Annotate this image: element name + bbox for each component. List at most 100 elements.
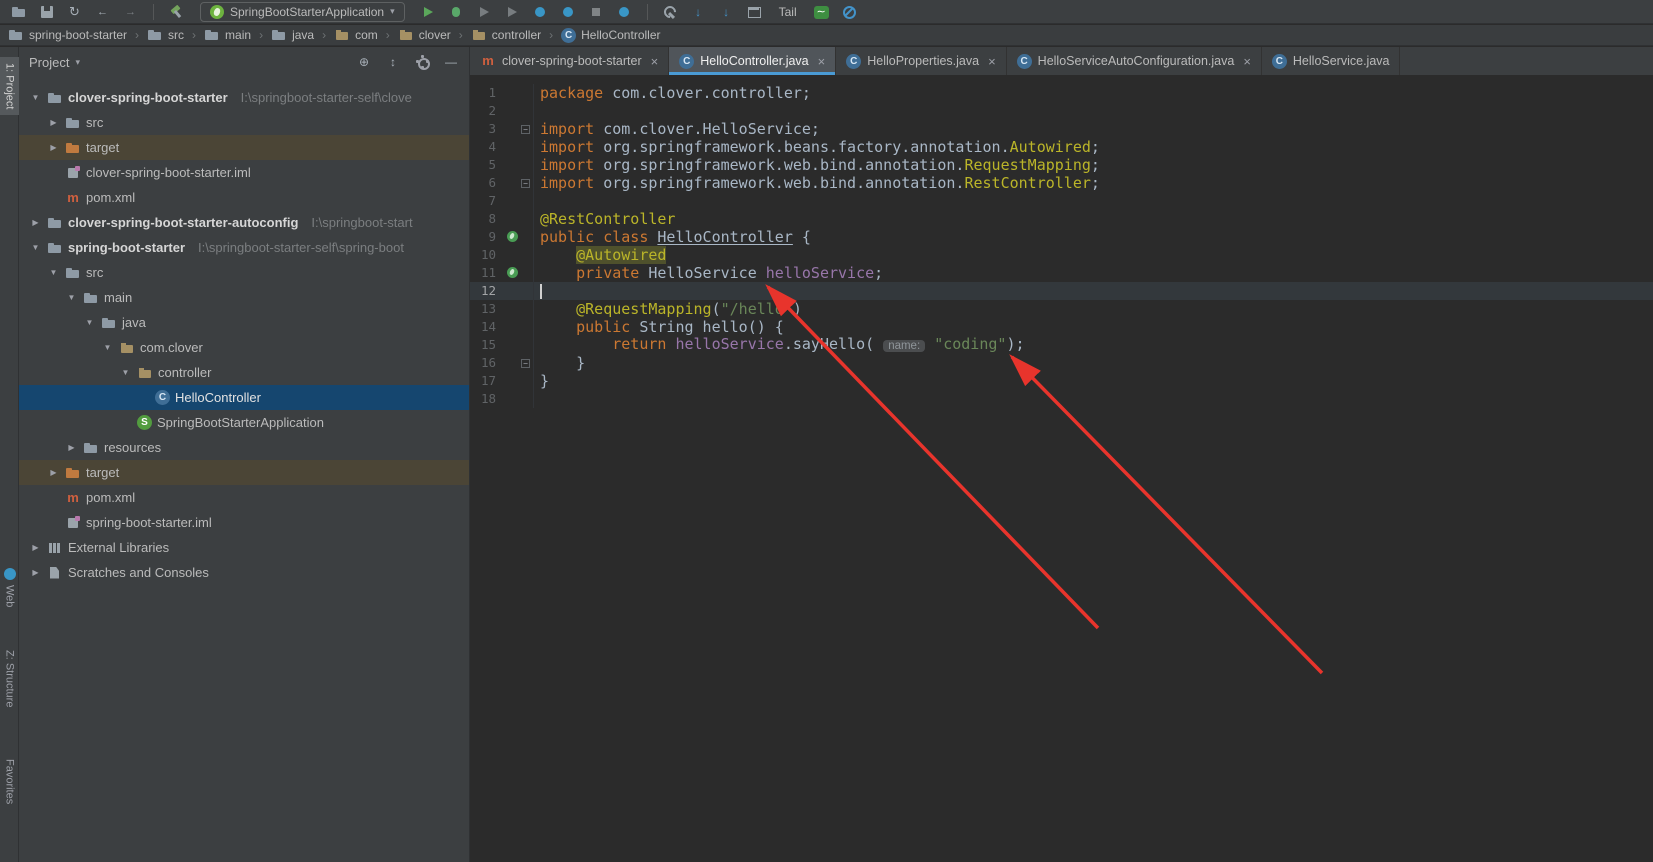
tree-item[interactable]: CHelloController: [19, 385, 469, 410]
code-line[interactable]: 2: [470, 102, 1653, 120]
tree-item[interactable]: ▶Scratches and Consoles: [19, 560, 469, 585]
run-profiler-button[interactable]: [528, 1, 553, 22]
code-area[interactable]: 1package com.clover.controller;23−import…: [470, 75, 1653, 862]
code-line[interactable]: 6−import org.springframework.web.bind.an…: [470, 174, 1653, 192]
code-line[interactable]: 12: [470, 282, 1653, 300]
code-line[interactable]: 7: [470, 192, 1653, 210]
tree-item[interactable]: ▼spring-boot-starterI:\springboot-starte…: [19, 235, 469, 260]
tree-expand-arrow-icon[interactable]: ▶: [29, 568, 42, 577]
breadcrumb-item[interactable]: clover: [398, 27, 451, 43]
synchronize-button[interactable]: ↻: [62, 1, 87, 22]
code-line[interactable]: 1package com.clover.controller;: [470, 84, 1653, 102]
build-project-button[interactable]: [164, 1, 189, 22]
tree-expand-arrow-icon[interactable]: ▶: [29, 218, 42, 227]
editor-tab[interactable]: mclover-spring-boot-starter×: [470, 47, 669, 75]
close-tab-icon[interactable]: ×: [818, 54, 826, 69]
breadcrumb-item[interactable]: CHelloController: [561, 28, 660, 43]
tree-item[interactable]: ▶clover-spring-boot-starter-autoconfigI:…: [19, 210, 469, 235]
project-view-selector[interactable]: Project ▾: [29, 55, 80, 70]
run-button[interactable]: [416, 1, 441, 22]
tree-collapse-arrow-icon[interactable]: ▼: [83, 318, 96, 327]
tool-stripe-z-structure[interactable]: Z: Structure: [0, 644, 19, 713]
breadcrumb-item[interactable]: java: [271, 27, 314, 43]
tool-stripe-web[interactable]: Web: [0, 562, 19, 613]
tree-item[interactable]: ▼clover-spring-boot-starterI:\springboot…: [19, 85, 469, 110]
profiler-options-button[interactable]: [612, 1, 637, 22]
tree-item[interactable]: SSpringBootStarterApplication: [19, 410, 469, 435]
breadcrumb-item[interactable]: controller: [471, 27, 541, 43]
code-line[interactable]: 15 return helloService.sayHello( name: "…: [470, 336, 1653, 354]
code-line[interactable]: 3−import com.clover.HelloService;: [470, 120, 1653, 138]
tree-expand-arrow-icon[interactable]: ▶: [47, 468, 60, 477]
code-line[interactable]: 9public class HelloController {: [470, 228, 1653, 246]
tree-collapse-arrow-icon[interactable]: ▼: [65, 293, 78, 302]
tree-item[interactable]: ▼com.clover: [19, 335, 469, 360]
open-project-button[interactable]: [6, 1, 31, 22]
tree-item[interactable]: mpom.xml: [19, 485, 469, 510]
power-save-mode-button[interactable]: [837, 1, 862, 22]
tree-item[interactable]: ▶src: [19, 110, 469, 135]
code-line[interactable]: 11 private HelloService helloService;: [470, 264, 1653, 282]
tree-item[interactable]: ▶resources: [19, 435, 469, 460]
run-with-coverage-button[interactable]: [472, 1, 497, 22]
code-line[interactable]: 10 @Autowired: [470, 246, 1653, 264]
tree-expand-arrow-icon[interactable]: ▶: [65, 443, 78, 452]
commit-changes-button[interactable]: ↓: [714, 1, 739, 22]
tree-item[interactable]: mpom.xml: [19, 185, 469, 210]
fold-marker-icon[interactable]: −: [504, 354, 534, 372]
tree-item[interactable]: ▶target: [19, 460, 469, 485]
tree-item[interactable]: ▶External Libraries: [19, 535, 469, 560]
tree-item[interactable]: spring-boot-starter.iml: [19, 510, 469, 535]
breadcrumb-item[interactable]: main: [204, 27, 251, 43]
save-all-button[interactable]: [34, 1, 59, 22]
minus-button[interactable]: —: [443, 54, 459, 70]
code-line[interactable]: 5import org.springframework.web.bind.ann…: [470, 156, 1653, 174]
code-line[interactable]: 8@RestController: [470, 210, 1653, 228]
tree-item[interactable]: ▼src: [19, 260, 469, 285]
tree-collapse-arrow-icon[interactable]: ▼: [29, 243, 42, 252]
navigate-forward-button[interactable]: →: [118, 1, 143, 22]
fold-marker-icon[interactable]: −: [504, 174, 534, 192]
tree-collapse-arrow-icon[interactable]: ▼: [47, 268, 60, 277]
profile-run-button[interactable]: [500, 1, 525, 22]
code-line[interactable]: 13 @RequestMapping("/hello"): [470, 300, 1653, 318]
breadcrumb-item[interactable]: src: [147, 27, 184, 43]
tool-stripe-project[interactable]: 1: Project: [0, 57, 19, 115]
close-tab-icon[interactable]: ×: [651, 54, 659, 69]
collapse-button[interactable]: ↕: [385, 54, 401, 70]
run-configuration-select[interactable]: SpringBootStarterApplication▾: [200, 2, 405, 22]
activity-monitor-button[interactable]: [809, 1, 834, 22]
navigate-back-button[interactable]: ←: [90, 1, 115, 22]
fold-marker-icon[interactable]: −: [504, 120, 534, 138]
close-tab-icon[interactable]: ×: [988, 54, 996, 69]
stop-button[interactable]: [584, 1, 609, 22]
code-line[interactable]: 18: [470, 390, 1653, 408]
tree-collapse-arrow-icon[interactable]: ▼: [101, 343, 114, 352]
spring-bean-icon[interactable]: [504, 228, 534, 246]
tool-stripe-favorites[interactable]: Favorites: [0, 753, 19, 810]
restore-layout-button[interactable]: [742, 1, 767, 22]
tree-item[interactable]: ▼java: [19, 310, 469, 335]
tree-expand-arrow-icon[interactable]: ▶: [47, 143, 60, 152]
tree-item[interactable]: clover-spring-boot-starter.iml: [19, 160, 469, 185]
editor-tab[interactable]: CHelloService.java: [1262, 47, 1401, 75]
gear-button[interactable]: [414, 54, 430, 70]
close-tab-icon[interactable]: ×: [1243, 54, 1251, 69]
tree-expand-arrow-icon[interactable]: ▶: [29, 543, 42, 552]
tree-item[interactable]: ▶target: [19, 135, 469, 160]
editor-tab[interactable]: CHelloController.java×: [669, 47, 836, 75]
tree-collapse-arrow-icon[interactable]: ▼: [29, 93, 42, 102]
locate-button[interactable]: ⊕: [356, 54, 372, 70]
tree-item[interactable]: ▼main: [19, 285, 469, 310]
code-line[interactable]: 16− }: [470, 354, 1653, 372]
debug-button[interactable]: [444, 1, 469, 22]
breadcrumb-item[interactable]: spring-boot-starter: [8, 27, 127, 43]
code-line[interactable]: 4import org.springframework.beans.factor…: [470, 138, 1653, 156]
code-line[interactable]: 14 public String hello() {: [470, 318, 1653, 336]
tree-collapse-arrow-icon[interactable]: ▼: [119, 368, 132, 377]
code-line[interactable]: 17}: [470, 372, 1653, 390]
attach-profiler-button[interactable]: [556, 1, 581, 22]
tree-expand-arrow-icon[interactable]: ▶: [47, 118, 60, 127]
breadcrumb-item[interactable]: com: [334, 27, 378, 43]
editor-tab[interactable]: CHelloServiceAutoConfiguration.java×: [1007, 47, 1262, 75]
